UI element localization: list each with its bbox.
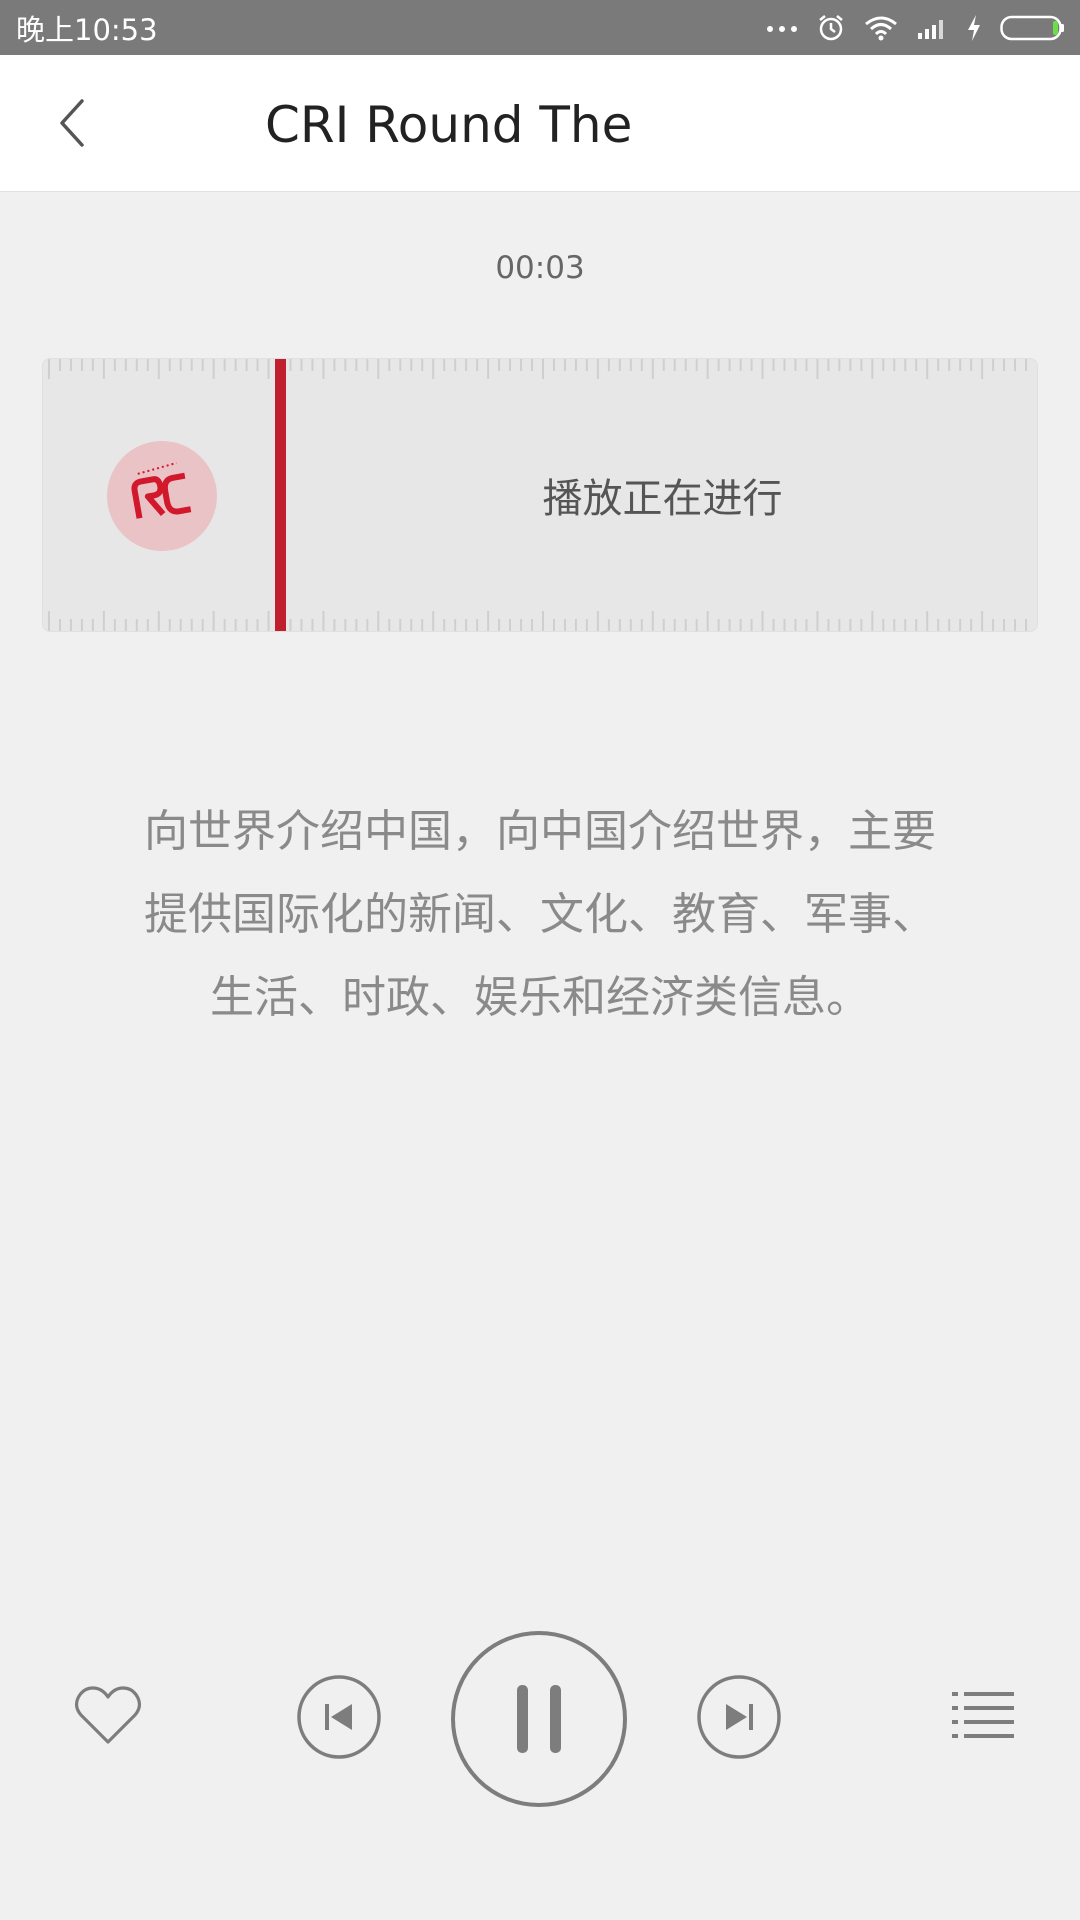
charging-icon bbox=[966, 14, 982, 42]
status-icons bbox=[766, 13, 1066, 43]
app-bar: CRI Round The bbox=[0, 55, 1080, 192]
previous-button[interactable] bbox=[296, 1674, 382, 1764]
description-line: 生活、时政、娱乐和经济类信息。 bbox=[210, 972, 870, 1023]
playhead[interactable] bbox=[275, 359, 286, 631]
signal-icon bbox=[916, 15, 948, 41]
playlist-icon bbox=[950, 1686, 1016, 1750]
chevron-left-icon bbox=[52, 95, 92, 155]
playlist-button[interactable] bbox=[950, 1688, 1016, 1748]
player-controls bbox=[0, 1620, 1080, 1820]
next-button[interactable] bbox=[696, 1674, 782, 1764]
description-line: 提供国际化的新闻、文化、教育、军事、 bbox=[144, 889, 936, 940]
skip-next-icon bbox=[696, 1674, 782, 1764]
status-bar: 晚上10:53 bbox=[0, 0, 1080, 55]
elapsed-time: 00:03 bbox=[495, 250, 585, 286]
more-icon bbox=[766, 23, 798, 33]
status-time: 晚上10:53 bbox=[16, 12, 158, 47]
pause-button[interactable] bbox=[449, 1631, 629, 1811]
back-button[interactable] bbox=[42, 95, 102, 155]
skip-previous-icon bbox=[296, 1674, 382, 1764]
program-description: 向世界介绍中国，向中国介绍世界，主要 提供国际化的新闻、文化、教育、军事、 生活… bbox=[100, 790, 980, 1039]
page-title: CRI Round The bbox=[265, 96, 633, 154]
description-line: 向世界介绍中国，向中国介绍世界，主要 bbox=[144, 806, 936, 857]
timeline-scrubber[interactable]: 播放正在进行 bbox=[42, 358, 1038, 632]
battery-icon bbox=[1000, 14, 1066, 42]
alarm-icon bbox=[816, 13, 846, 43]
station-logo-icon bbox=[107, 441, 217, 551]
playing-status-label: 播放正在进行 bbox=[542, 476, 783, 522]
wifi-icon bbox=[864, 15, 898, 41]
pause-icon bbox=[449, 1629, 629, 1813]
heart-icon bbox=[73, 1684, 143, 1752]
favorite-button[interactable] bbox=[70, 1680, 146, 1756]
